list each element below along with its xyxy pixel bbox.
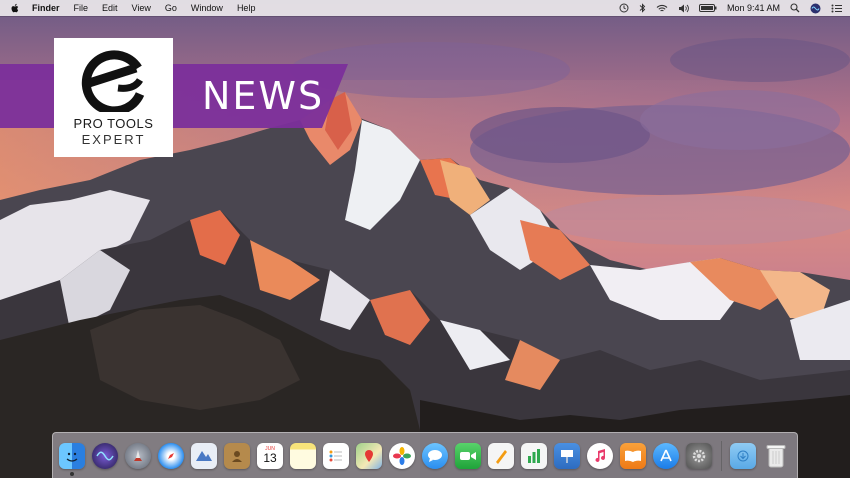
finder-icon[interactable] bbox=[59, 442, 85, 476]
time-machine-icon[interactable] bbox=[619, 3, 629, 13]
trash-icon[interactable] bbox=[763, 443, 789, 469]
news-banner: NEWS bbox=[0, 64, 348, 128]
news-label: NEWS bbox=[202, 74, 325, 118]
calendar-day: 13 bbox=[263, 451, 277, 465]
logo-line-1: PRO TOOLS bbox=[73, 116, 154, 131]
menu-edit[interactable]: Edit bbox=[102, 3, 118, 13]
numbers-icon[interactable] bbox=[521, 442, 547, 469]
menu-view[interactable]: View bbox=[132, 3, 151, 13]
itunes-icon[interactable] bbox=[587, 442, 613, 469]
menu-clock[interactable]: Mon 9:41 AM bbox=[727, 3, 780, 13]
ibooks-icon[interactable] bbox=[620, 442, 646, 469]
dock-separator bbox=[721, 440, 722, 471]
maps-icon[interactable] bbox=[356, 442, 382, 469]
reminders-icon[interactable] bbox=[323, 442, 349, 469]
siri-icon[interactable] bbox=[92, 442, 118, 469]
messages-icon[interactable] bbox=[422, 442, 448, 469]
dock: JUN 13 bbox=[52, 432, 798, 478]
siri-icon[interactable] bbox=[810, 3, 821, 14]
bluetooth-icon[interactable] bbox=[639, 3, 646, 13]
pages-icon[interactable] bbox=[488, 442, 514, 469]
notification-center-icon[interactable] bbox=[831, 4, 842, 13]
menu-window[interactable]: Window bbox=[191, 3, 223, 13]
keynote-icon[interactable] bbox=[554, 442, 580, 469]
app-store-icon[interactable] bbox=[653, 442, 679, 469]
safari-icon[interactable] bbox=[158, 442, 184, 469]
system-preferences-icon[interactable] bbox=[686, 442, 712, 469]
menu-bar: Finder File Edit View Go Window Help Mon… bbox=[0, 0, 850, 16]
wifi-icon[interactable] bbox=[656, 4, 668, 13]
running-indicator bbox=[70, 471, 74, 476]
mail-icon[interactable] bbox=[191, 442, 217, 469]
photos-icon[interactable] bbox=[389, 442, 415, 469]
logo-line-2: EXPERT bbox=[81, 132, 146, 147]
facetime-icon[interactable] bbox=[455, 442, 481, 469]
menu-file[interactable]: File bbox=[74, 3, 89, 13]
calendar-icon[interactable]: JUN 13 bbox=[257, 442, 283, 469]
expert-e-logo-icon bbox=[81, 50, 145, 112]
menu-help[interactable]: Help bbox=[237, 3, 256, 13]
apple-icon[interactable] bbox=[10, 3, 20, 14]
menu-app-name[interactable]: Finder bbox=[32, 3, 60, 13]
battery-icon[interactable] bbox=[698, 4, 717, 12]
notes-icon[interactable] bbox=[290, 442, 316, 469]
pro-tools-expert-logo: PRO TOOLS EXPERT bbox=[54, 38, 173, 157]
volume-icon[interactable] bbox=[678, 4, 689, 13]
launchpad-icon[interactable] bbox=[125, 442, 151, 469]
contacts-icon[interactable] bbox=[224, 442, 250, 469]
downloads-folder-icon[interactable] bbox=[730, 442, 756, 469]
spotlight-icon[interactable] bbox=[790, 3, 800, 13]
menu-go[interactable]: Go bbox=[165, 3, 177, 13]
